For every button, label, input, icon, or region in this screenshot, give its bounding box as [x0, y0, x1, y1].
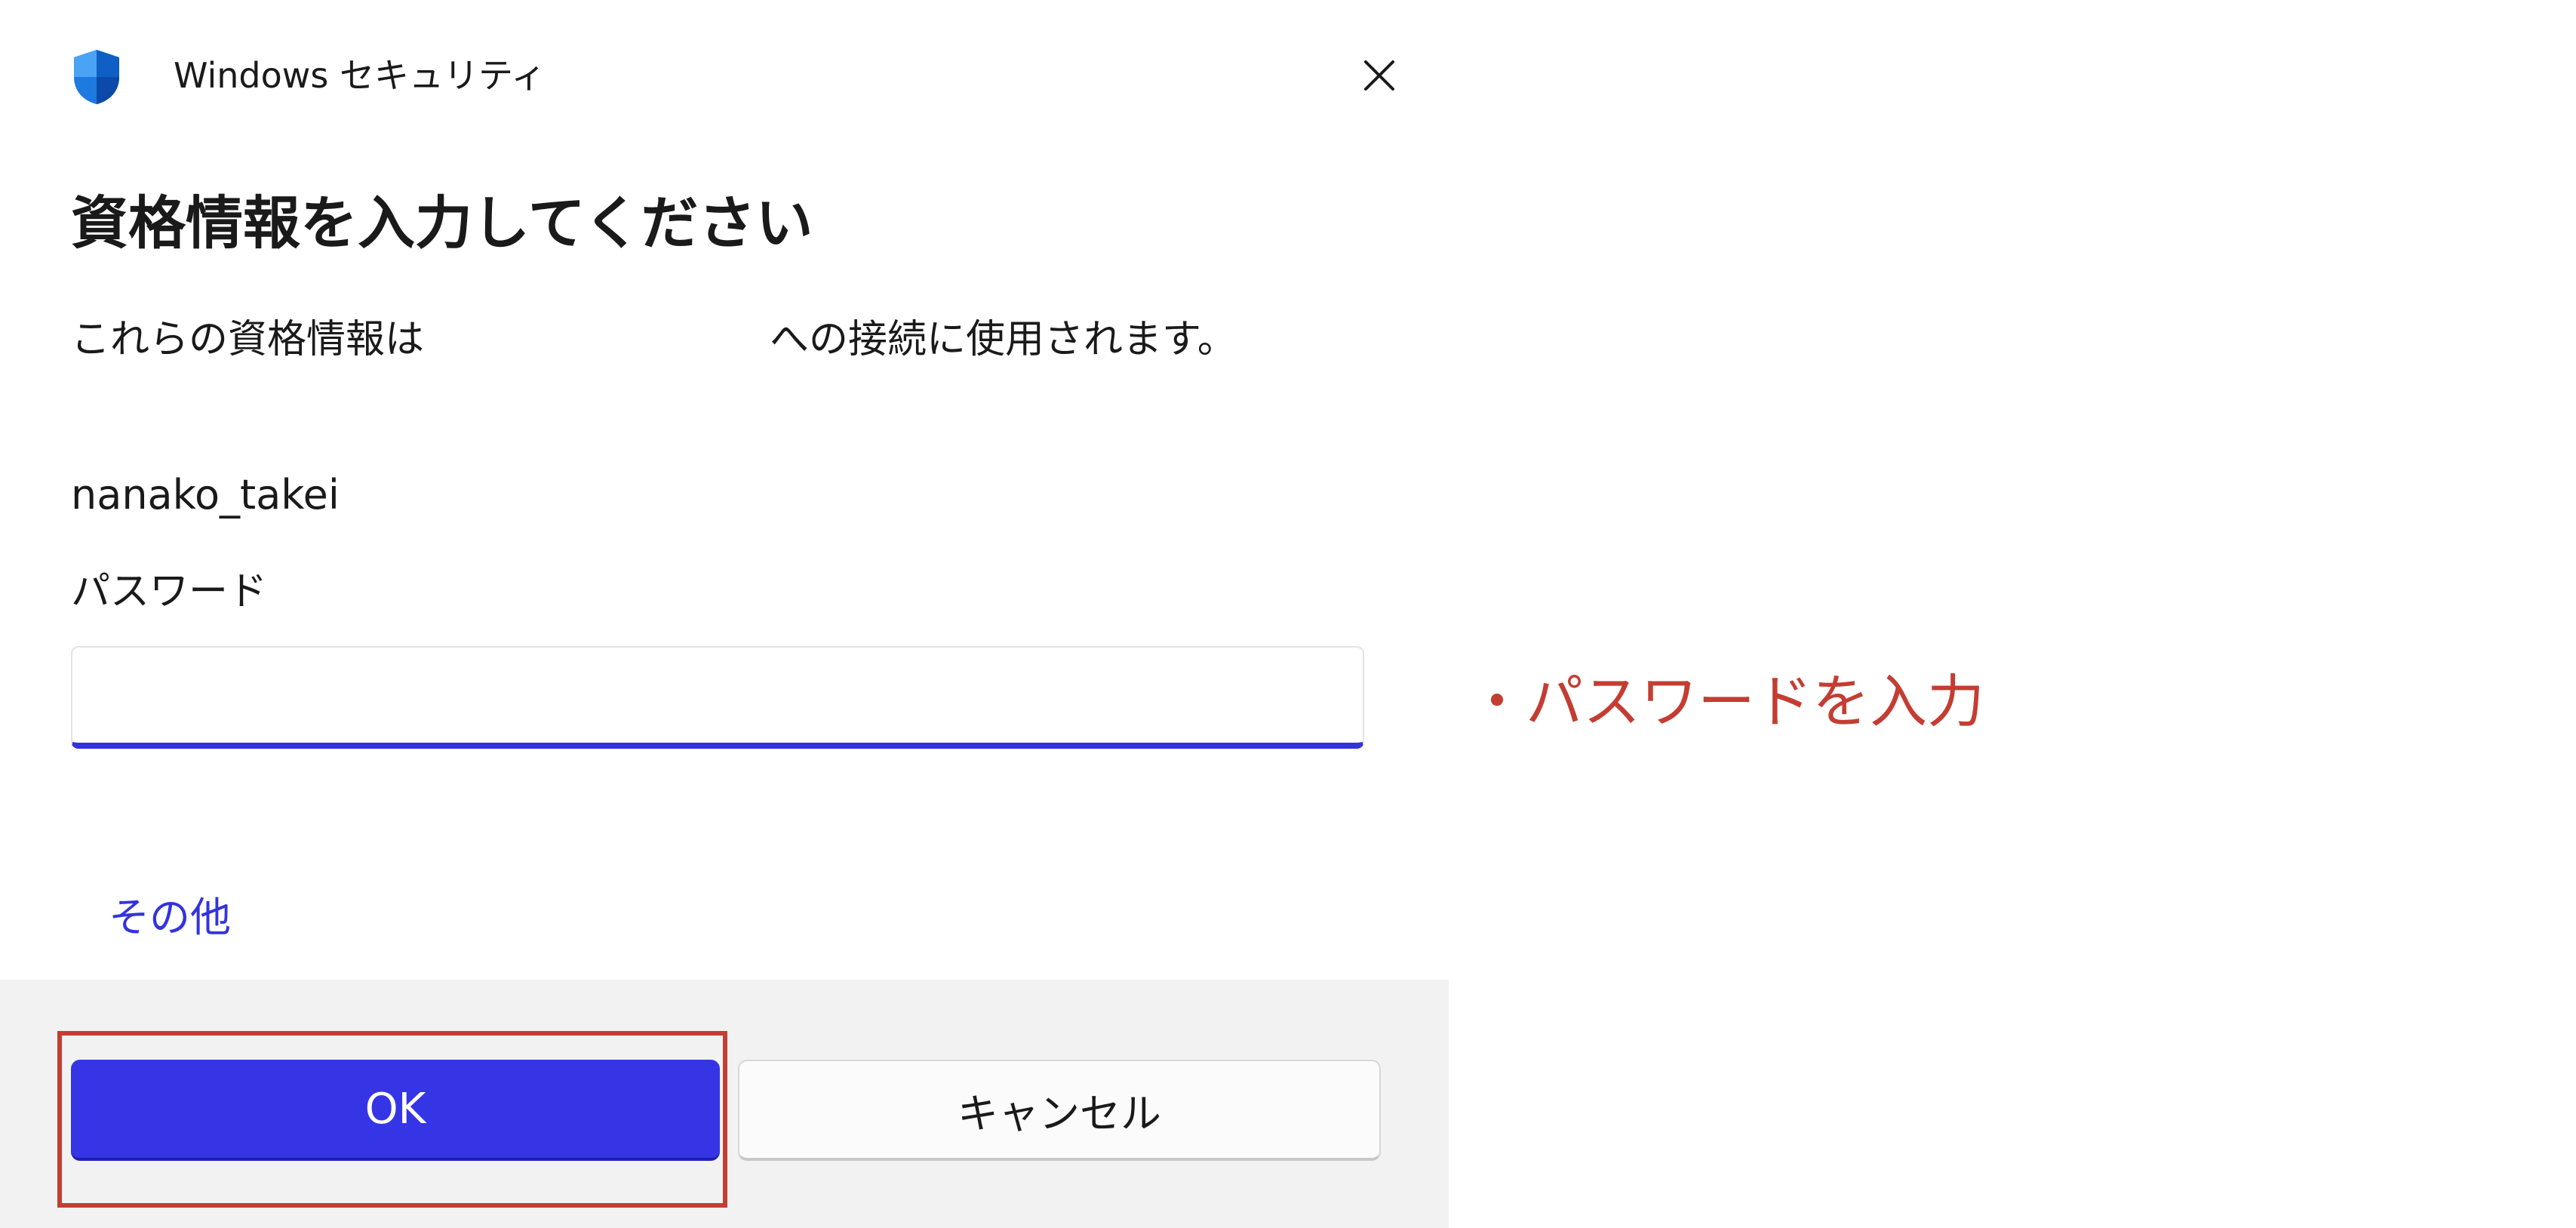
shield-icon [71, 48, 122, 106]
close-button[interactable] [1349, 45, 1409, 106]
description-after: への接続に使用されます。 [770, 317, 1237, 362]
credential-dialog: Windows セキュリティ 資格情報を入力してください これらの資格情報は へ… [0, 0, 1449, 1228]
ok-highlight-box [57, 1031, 727, 1208]
dialog-heading: 資格情報を入力してください [71, 189, 813, 257]
description-before: これらの資格情報は [71, 317, 425, 362]
app-title: Windows セキュリティ [174, 55, 546, 96]
close-icon [1364, 60, 1394, 91]
username-label: nanako_takei [71, 471, 340, 519]
cancel-button[interactable]: キャンセル [738, 1060, 1381, 1161]
title-bar: Windows セキュリティ [0, 0, 1449, 151]
password-input[interactable] [71, 646, 1364, 749]
instruction-annotation: ・パスワードを入力 [1468, 668, 1984, 735]
password-label: パスワード [71, 569, 268, 614]
other-options-link[interactable]: その他 [109, 888, 231, 948]
